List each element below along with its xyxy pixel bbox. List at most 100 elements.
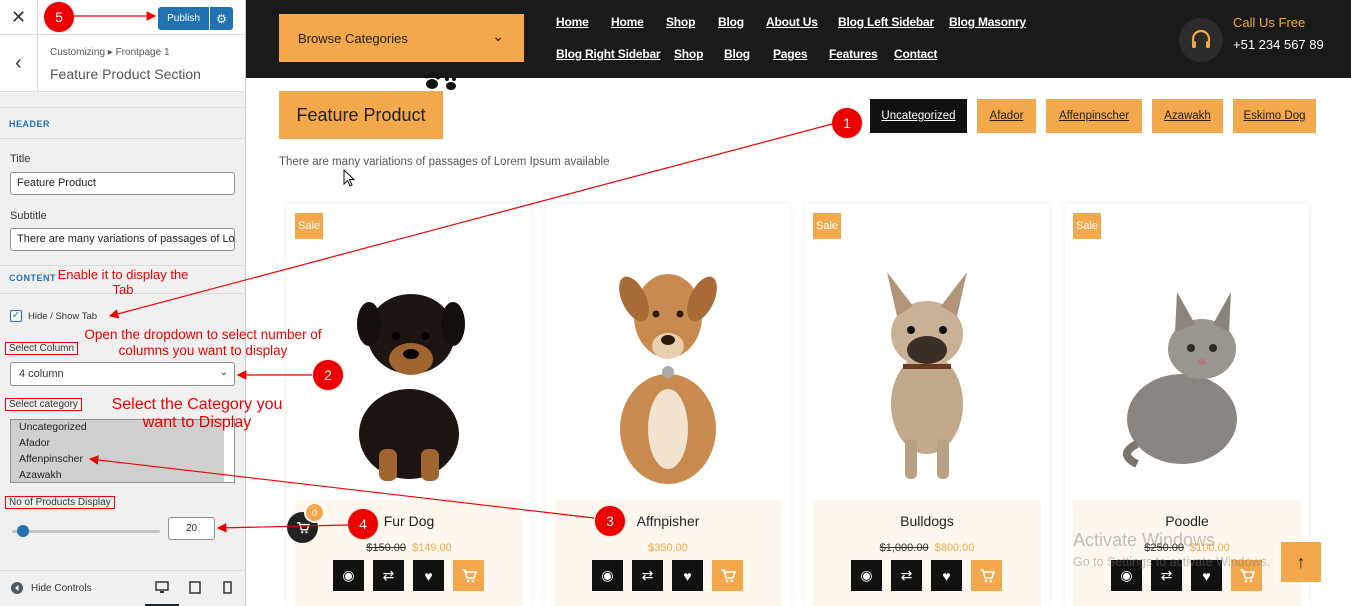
product-name[interactable]: Affnpisher [554,513,782,529]
product-name[interactable]: Fur Dog [295,513,523,529]
nav-link[interactable]: Shop [666,15,695,29]
sale-price: $800.00 [934,542,975,554]
quick-view-eye-icon[interactable]: ◉ [851,560,882,591]
tan-dog-image[interactable] [588,254,748,484]
product-card[interactable]: Sale Fur Dog $150.00 $149.00 ◉ ⇄ ♥ [287,204,531,606]
nav-link[interactable]: Blog Masonry [949,15,1026,29]
nav-link[interactable]: Blog Left Sidebar [838,15,934,29]
customizer-sidebar: ✕ Publish ⚙ ‹ Customizing ▸ Frontpage 1 … [0,0,246,606]
compare-arrows-icon[interactable]: ⇄ [891,560,922,591]
rottweiler-puppy-image[interactable] [329,254,489,484]
divider [0,138,245,139]
product-actions: ◉ ⇄ ♥ [851,560,1002,591]
grey-kitten-image[interactable] [1107,254,1267,484]
back-arrow-icon[interactable]: ‹ [0,35,38,92]
customizer-topbar: ✕ Publish ⚙ [0,0,245,35]
publish-button[interactable]: Publish [158,7,209,30]
wishlist-heart-icon[interactable]: ♥ [672,560,703,591]
hide-show-tab-label: Hide / Show Tab [28,311,98,322]
annotation-note-columns: Open the dropdown to select number of co… [84,327,322,358]
product-price: $350.00 [554,542,782,554]
quick-view-eye-icon[interactable]: ◉ [333,560,364,591]
category-option[interactable]: Azawakh [11,468,224,482]
nav-link[interactable]: Blog [718,15,744,29]
breadcrumb: Customizing ▸ Frontpage 1 [50,47,170,58]
scroll-to-top-button[interactable]: ↑ [1281,542,1321,582]
step-badge: 3 [595,506,625,536]
compare-arrows-icon[interactable]: ⇄ [373,560,404,591]
old-price: $150.00 [366,542,406,554]
sale-badge: Sale [813,213,841,239]
add-to-cart-icon[interactable] [712,560,743,591]
hide-controls-label: Hide Controls [31,582,92,594]
sale-price: $350.00 [648,542,688,554]
windows-watermark-subtitle: Go to Settings to activate Windows. [1073,555,1271,569]
product-info: Bulldogs $1,000.00 $800.00 ◉ ⇄ ♥ [813,500,1041,606]
tab-eskimo-dog[interactable]: Eskimo Dog [1233,99,1316,133]
tablet-preview-icon[interactable] [189,581,201,594]
desktop-preview-icon[interactable] [155,581,169,594]
title-label: Title [10,153,31,165]
hide-show-tab-checkbox[interactable]: ✓ [10,310,22,322]
column-select[interactable]: 4 column ⌄ [10,362,235,386]
mobile-preview-icon[interactable] [223,581,232,594]
section-header: ‹ Customizing ▸ Frontpage 1 Feature Prod… [0,35,245,92]
annotation-note-tab: Enable it to display the Tab [57,267,189,297]
hide-controls-button[interactable]: Hide Controls [11,582,92,594]
nav-link[interactable]: Blog Right Sidebar [556,47,661,61]
nav-link[interactable]: About Us [766,15,818,29]
product-name[interactable]: Poodle [1073,513,1301,529]
product-info: Affnpisher $350.00 ◉ ⇄ ♥ [554,500,782,606]
tab-afador[interactable]: Afador [977,99,1036,133]
quick-view-eye-icon[interactable]: ◉ [592,560,623,591]
site-header: Browse Categories ⌄ Home Home Shop Blog … [246,0,1351,78]
product-price: $1,000.00 $800.00 [813,542,1041,554]
product-name[interactable]: Bulldogs [813,513,1041,529]
wishlist-heart-icon[interactable]: ♥ [931,560,962,591]
gear-icon[interactable]: ⚙ [210,7,233,30]
nav-link[interactable]: Contact [894,47,937,61]
step-badge: 1 [832,108,862,138]
step-badge: 4 [348,509,378,539]
products-slider-thumb[interactable] [17,525,30,537]
step-badge: 5 [44,2,74,32]
nav-link[interactable]: Home [611,15,644,29]
collapse-icon [11,582,23,594]
products-count-input[interactable]: 20 [168,517,215,540]
wishlist-heart-icon[interactable]: ♥ [413,560,444,591]
mouse-cursor-icon [343,168,356,192]
category-option[interactable]: Afador [11,436,224,452]
product-card[interactable]: Sale Bulldogs $1,000.00 $800.00 ◉ ⇄ ♥ [805,204,1049,606]
nav-link[interactable]: Blog [724,47,750,61]
nav-link[interactable]: Shop [674,47,703,61]
category-option[interactable]: Affenpinscher [11,452,224,468]
tab-affenpinscher[interactable]: Affenpinscher [1046,99,1142,133]
feature-product-subtitle: There are many variations of passages of… [279,156,610,168]
paw-print-icon [424,71,456,90]
browse-categories-label: Browse Categories [298,30,408,46]
compare-arrows-icon[interactable]: ⇄ [632,560,663,591]
add-to-cart-icon[interactable] [971,560,1002,591]
add-to-cart-icon[interactable] [453,560,484,591]
french-bulldog-image[interactable] [847,254,1007,484]
title-input[interactable]: Feature Product [10,172,235,195]
products-slider-track[interactable] [12,530,160,533]
nav-link[interactable]: Home [556,15,589,29]
chevron-down-icon: ⌄ [492,28,504,44]
tab-uncategorized[interactable]: Uncategorized [870,99,967,133]
product-card[interactable]: Affnpisher $350.00 ◉ ⇄ ♥ [546,204,790,606]
cart-count-badge: 0 [304,502,325,523]
product-actions: ◉ ⇄ ♥ [333,560,484,591]
chevron-down-icon: ⌄ [219,367,228,378]
close-icon[interactable]: ✕ [0,0,38,35]
subtitle-input[interactable]: There are many variations of passages of… [10,228,235,251]
sale-badge: Sale [295,213,323,239]
sale-price: $149.00 [412,542,452,554]
nav-link[interactable]: Features [829,47,878,61]
tab-azawakh[interactable]: Azawakh [1152,99,1223,133]
call-us-phone[interactable]: +51 234 567 89 [1233,37,1324,52]
select-category-label: Select category [5,398,82,411]
nav-link[interactable]: Pages [773,47,808,61]
browse-categories-button[interactable]: Browse Categories ⌄ [279,14,524,62]
sale-badge: Sale [1073,213,1101,239]
